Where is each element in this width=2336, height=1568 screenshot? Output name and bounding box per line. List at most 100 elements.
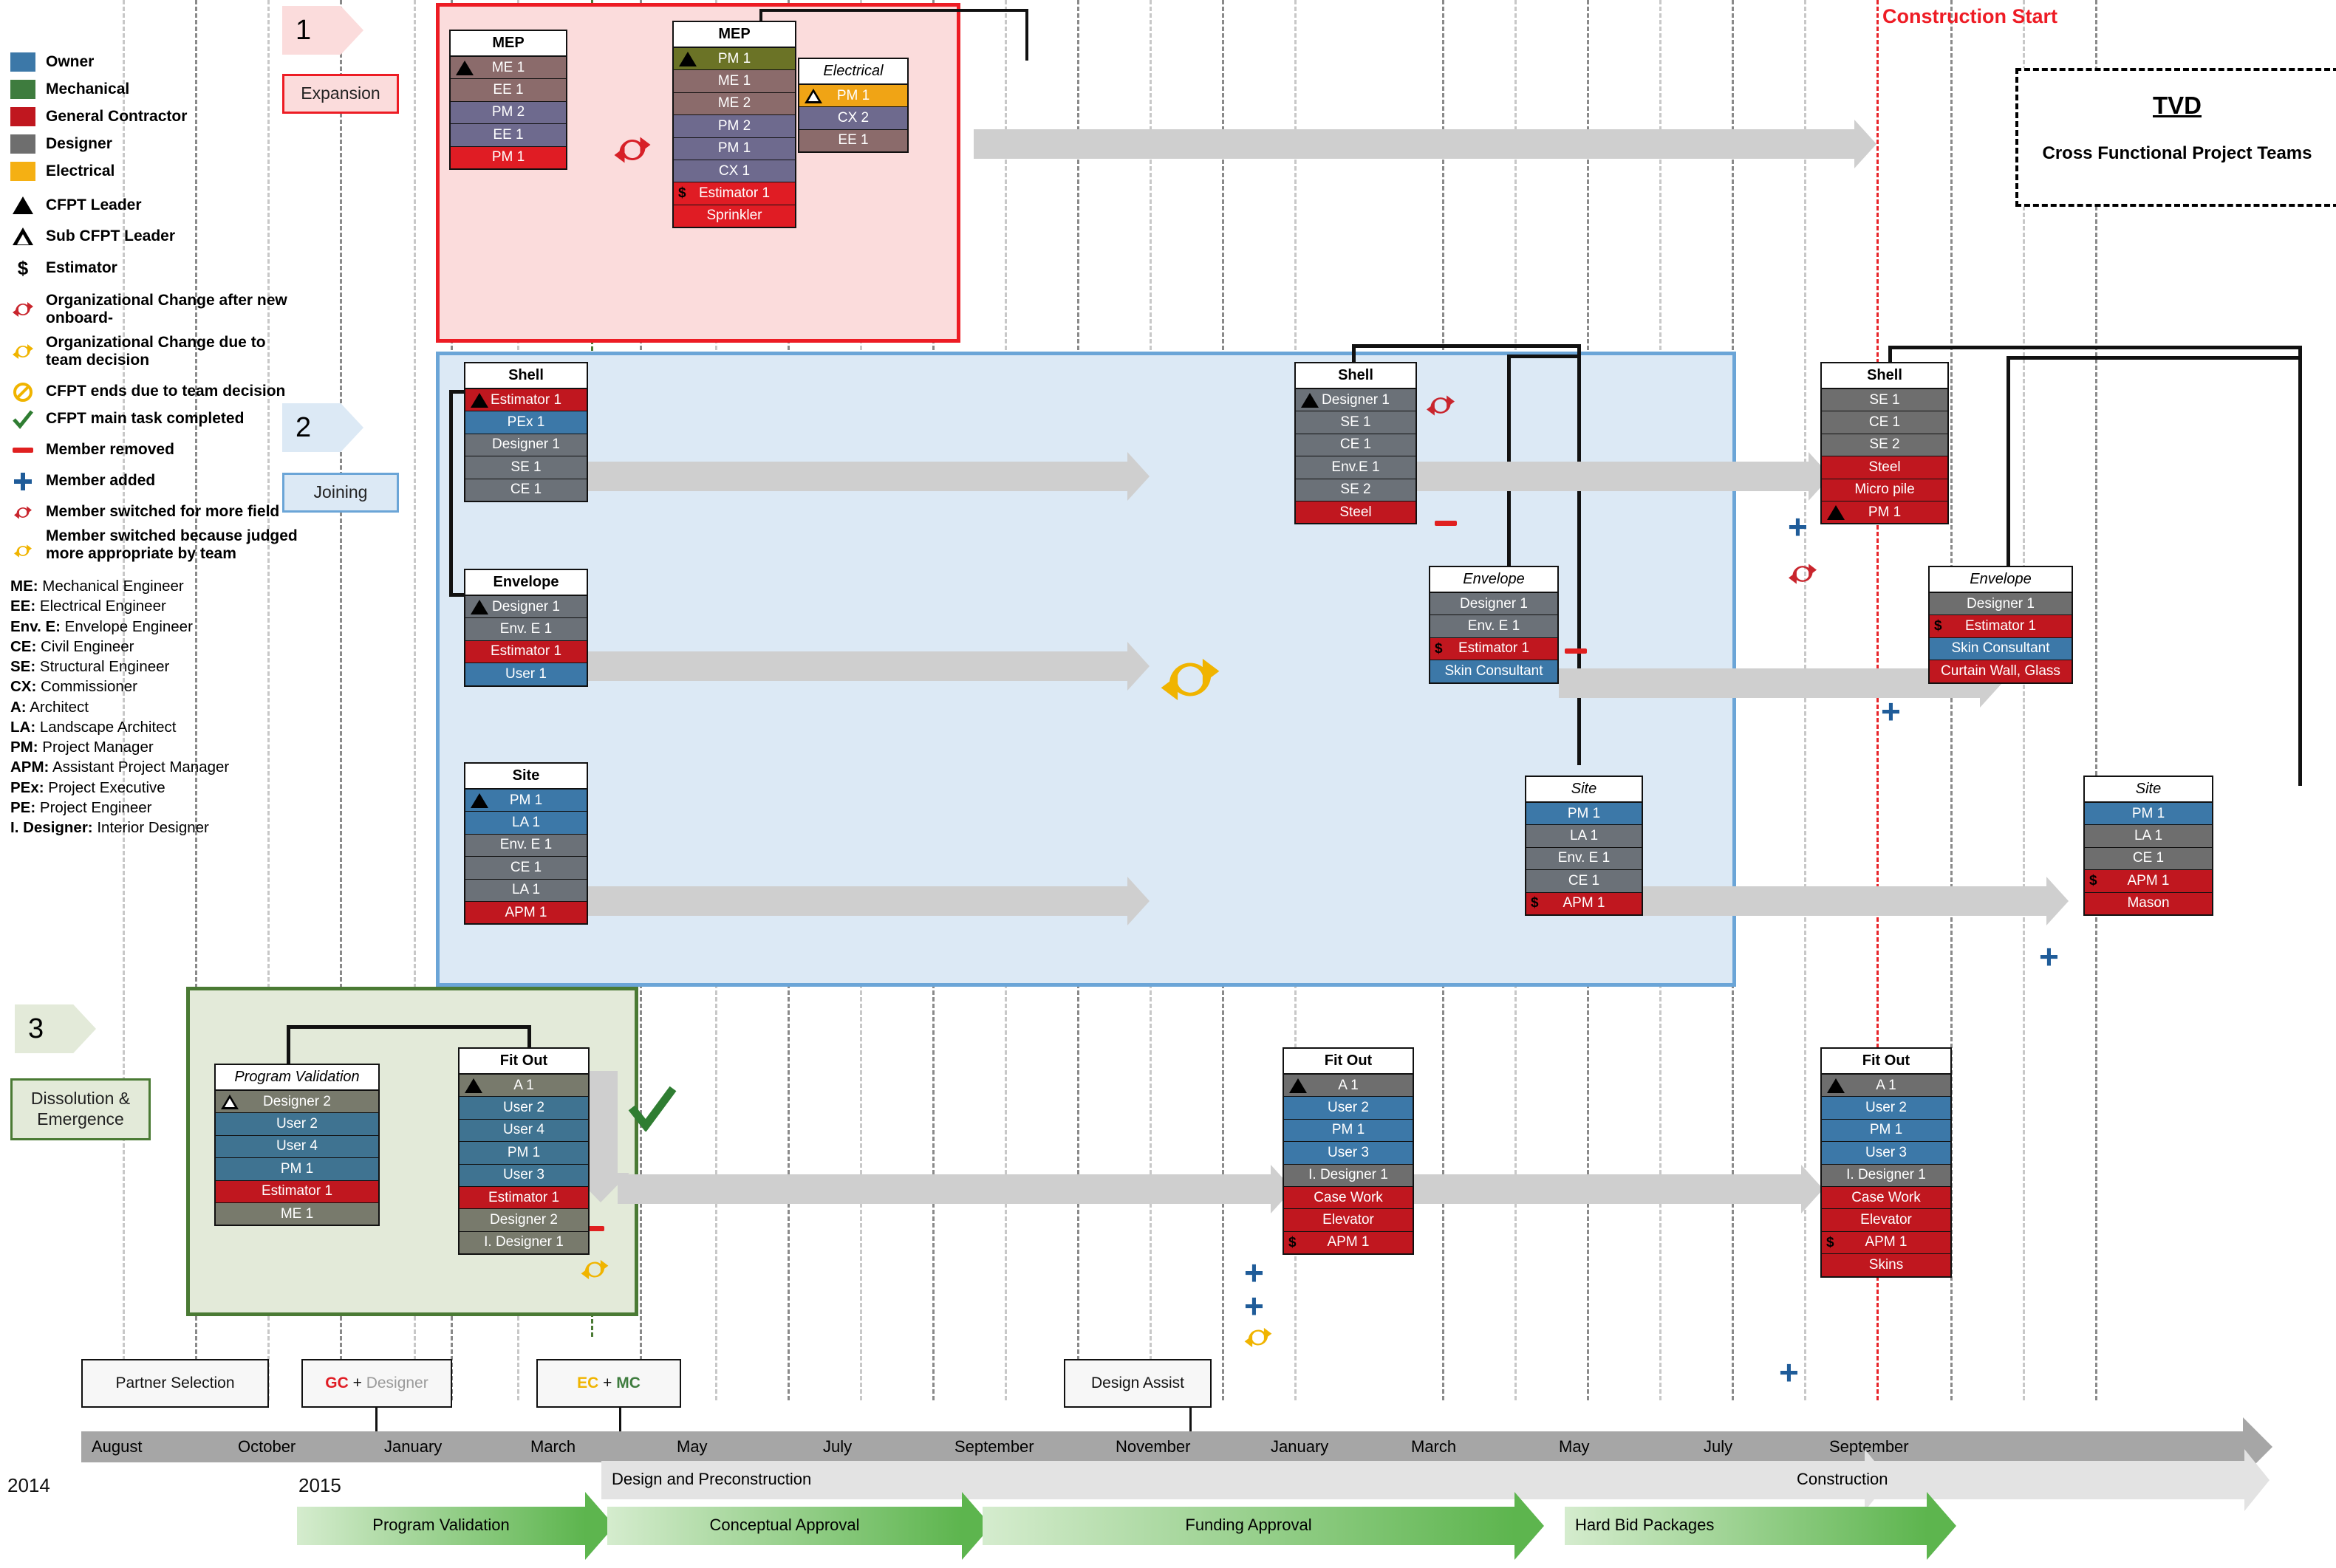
member-row[interactable]: Steel — [1296, 501, 1415, 524]
team-fitout-1[interactable]: Fit Out A 1 User 2 User 4 PM 1 User 3 Es… — [458, 1047, 590, 1256]
member-row[interactable]: SE 2 — [1822, 434, 1947, 457]
team-program-validation[interactable]: Program Validation Designer 2 User 2 Use… — [214, 1064, 380, 1227]
member-row[interactable]: SE 1 — [1296, 411, 1415, 434]
member-row[interactable]: Env. E 1 — [465, 618, 587, 641]
member-row[interactable]: $ APM 1 — [1822, 1231, 1950, 1255]
member-row[interactable]: Skin Consultant — [1430, 660, 1557, 682]
member-row[interactable]: User 3 — [460, 1164, 588, 1188]
member-row[interactable]: PM 2 — [451, 101, 566, 125]
team-electrical[interactable]: Electrical PM 1 CX 2 EE 1 — [798, 58, 909, 154]
member-row[interactable]: CE 1 — [1296, 434, 1415, 457]
member-row[interactable]: $ Estimator 1 — [1430, 637, 1557, 661]
member-row[interactable]: A 1 — [1284, 1075, 1413, 1098]
member-row[interactable]: SE 2 — [1296, 479, 1415, 502]
member-row[interactable]: Designer 1 — [465, 596, 587, 619]
member-row[interactable]: Skins — [1822, 1254, 1950, 1276]
member-row[interactable]: APM 1 — [465, 902, 587, 924]
team-mep-mid[interactable]: MEP PM 1 ME 1 ME 2 PM 2 PM 1 CX 1 $ Estim… — [672, 21, 796, 229]
member-row[interactable]: EE 1 — [451, 79, 566, 102]
member-row[interactable]: Sprinkler — [674, 205, 795, 227]
team-fitout-3[interactable]: Fit Out A 1 User 2 PM 1 User 3 I. Design… — [1820, 1047, 1952, 1278]
member-row[interactable]: ME 2 — [674, 92, 795, 116]
member-row[interactable]: Env. E 1 — [1526, 847, 1642, 871]
team-envelope-1[interactable]: Envelope Designer 1 Env. E 1 Estimator 1… — [464, 569, 588, 687]
member-row[interactable]: I. Designer 1 — [1284, 1164, 1413, 1188]
member-row[interactable]: CE 1 — [1526, 870, 1642, 893]
team-shell-1[interactable]: Shell Estimator 1 PEx 1 Designer 1 SE 1 … — [464, 362, 588, 503]
member-row[interactable]: User 3 — [1284, 1142, 1413, 1165]
member-row[interactable]: PEx 1 — [465, 411, 587, 434]
member-row[interactable]: User 3 — [1822, 1142, 1950, 1165]
member-row[interactable]: PM 2 — [674, 115, 795, 138]
team-fitout-2[interactable]: Fit Out A 1 User 2 PM 1 User 3 I. Design… — [1283, 1047, 1414, 1256]
member-row[interactable]: ME 1 — [451, 57, 566, 80]
member-row[interactable]: PM 1 — [451, 146, 566, 169]
member-row[interactable]: CE 1 — [465, 479, 587, 501]
member-row[interactable]: User 2 — [460, 1097, 588, 1120]
member-row[interactable]: Designer 1 — [465, 434, 587, 457]
member-row[interactable]: Env.E 1 — [1296, 456, 1415, 479]
member-row[interactable]: A 1 — [1822, 1075, 1950, 1098]
member-row[interactable]: LA 1 — [465, 879, 587, 903]
member-row[interactable]: LA 1 — [2085, 825, 2212, 848]
member-row[interactable]: PM 1 — [1284, 1119, 1413, 1143]
member-row[interactable]: Estimator 1 — [460, 1187, 588, 1210]
member-row[interactable]: I. Designer 1 — [1822, 1164, 1950, 1188]
member-row[interactable]: PM 1 — [674, 137, 795, 161]
member-row[interactable]: PM 1 — [1526, 803, 1642, 826]
member-row[interactable]: Designer 2 — [460, 1209, 588, 1232]
member-row[interactable]: User 4 — [460, 1119, 588, 1143]
member-row[interactable]: Micro pile — [1822, 479, 1947, 502]
member-row[interactable]: PM 1 — [460, 1142, 588, 1165]
member-row[interactable]: Case Work — [1822, 1187, 1950, 1210]
member-row[interactable]: $ APM 1 — [2085, 870, 2212, 893]
member-row[interactable]: A 1 — [460, 1075, 588, 1098]
member-row[interactable]: Designer 1 — [1430, 593, 1557, 616]
member-row[interactable]: User 4 — [216, 1135, 378, 1159]
member-row[interactable]: Env. E 1 — [1430, 615, 1557, 638]
team-envelope-3[interactable]: Envelope Designer 1 $ Estimator 1 Skin Co… — [1928, 566, 2073, 684]
team-site-1[interactable]: Site PM 1 LA 1 Env. E 1 CE 1 LA 1 APM 1 — [464, 762, 588, 925]
member-row[interactable]: Estimator 1 — [465, 389, 587, 412]
member-row[interactable]: ME 1 — [216, 1203, 378, 1225]
member-row[interactable]: PM 1 — [674, 48, 795, 71]
member-row[interactable]: PM 1 — [216, 1158, 378, 1181]
member-row[interactable]: $ Estimator 1 — [1930, 615, 2072, 638]
member-row[interactable]: User 2 — [1284, 1097, 1413, 1120]
member-row[interactable]: PM 1 — [2085, 803, 2212, 826]
member-row[interactable]: Estimator 1 — [465, 640, 587, 664]
team-shell-3[interactable]: Shell SE 1 CE 1 SE 2 Steel Micro pile PM… — [1820, 362, 1949, 525]
member-row[interactable]: User 2 — [1822, 1097, 1950, 1120]
member-row[interactable]: ME 1 — [674, 70, 795, 93]
member-row[interactable]: Case Work — [1284, 1187, 1413, 1210]
member-row[interactable]: Designer 1 — [1930, 593, 2072, 616]
member-row[interactable]: PM 1 — [465, 790, 587, 812]
member-row[interactable]: Skin Consultant — [1930, 637, 2072, 661]
member-row[interactable]: EE 1 — [799, 129, 907, 152]
team-shell-2[interactable]: Shell Designer 1 SE 1 CE 1 Env.E 1 SE 2 … — [1294, 362, 1417, 525]
team-mep-early[interactable]: MEP ME 1 EE 1 PM 2 EE 1 PM 1 — [449, 30, 567, 171]
member-row[interactable]: SE 1 — [1822, 389, 1947, 412]
team-envelope-2[interactable]: Envelope Designer 1 Env. E 1 $ Estimator … — [1429, 566, 1559, 684]
member-row[interactable]: $ APM 1 — [1284, 1231, 1413, 1254]
member-row[interactable]: $ APM 1 — [1526, 892, 1642, 915]
team-site-3[interactable]: Site PM 1 LA 1 CE 1 $ APM 1 Mason — [2083, 776, 2213, 917]
member-row[interactable]: PM 1 — [1822, 1119, 1950, 1143]
member-row[interactable]: User 1 — [465, 663, 587, 685]
member-row[interactable]: LA 1 — [1526, 825, 1642, 848]
member-row[interactable]: LA 1 — [465, 812, 587, 835]
member-row[interactable]: Designer 2 — [216, 1091, 378, 1114]
member-row[interactable]: Mason — [2085, 892, 2212, 915]
member-row[interactable]: EE 1 — [451, 124, 566, 147]
member-row[interactable]: Elevator — [1284, 1209, 1413, 1232]
member-row[interactable]: CX 1 — [674, 160, 795, 183]
member-row[interactable]: I. Designer 1 — [460, 1231, 588, 1254]
member-row[interactable]: SE 1 — [465, 456, 587, 479]
team-site-2[interactable]: Site PM 1 LA 1 Env. E 1 CE 1 $ APM 1 — [1525, 776, 1643, 917]
member-row[interactable]: Curtain Wall, Glass — [1930, 660, 2072, 682]
member-row[interactable]: CE 1 — [465, 857, 587, 880]
member-row[interactable]: CE 1 — [1822, 411, 1947, 434]
member-row[interactable]: $ Estimator 1 — [674, 182, 795, 205]
member-row[interactable]: Env. E 1 — [465, 834, 587, 857]
member-row[interactable]: Designer 1 — [1296, 389, 1415, 412]
